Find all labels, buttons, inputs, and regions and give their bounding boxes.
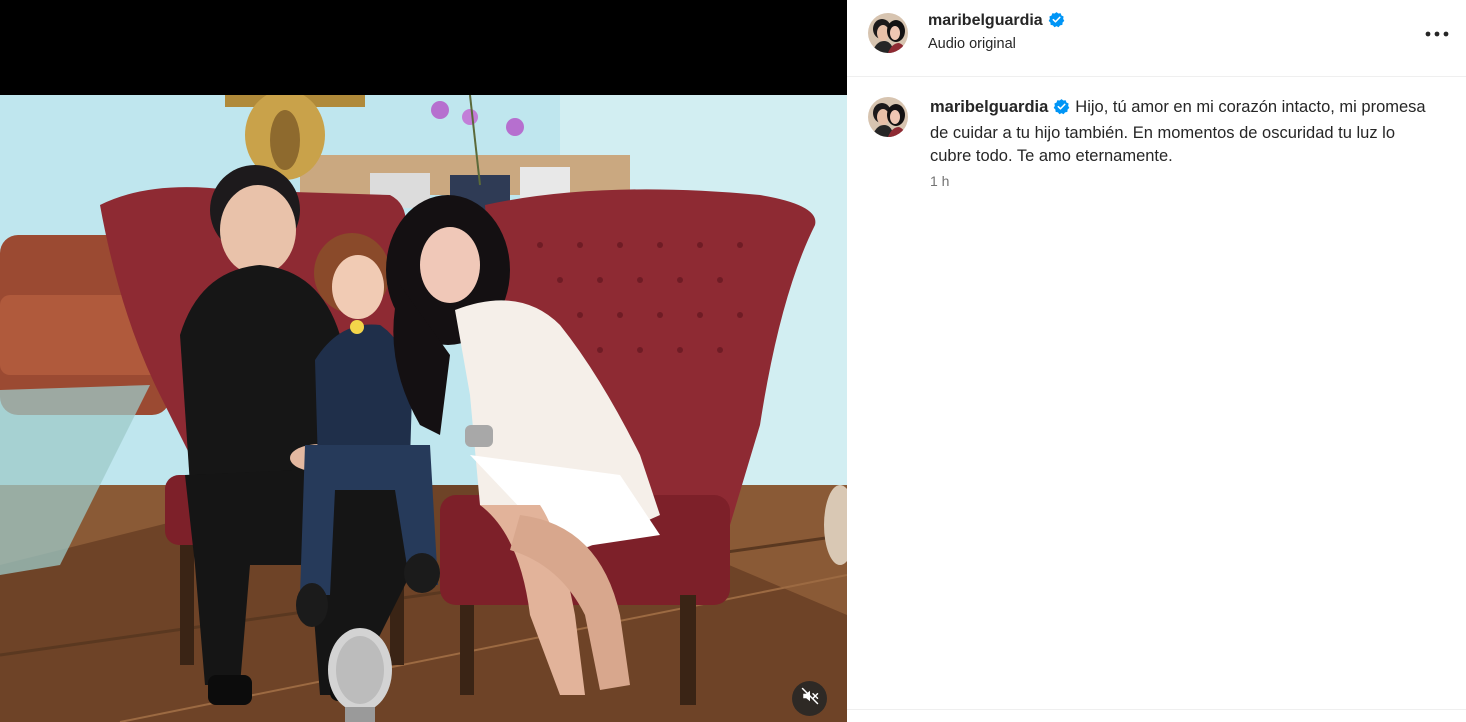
post-timestamp[interactable]: 1 h xyxy=(930,173,949,189)
mute-toggle-button[interactable] xyxy=(792,681,827,716)
audio-label[interactable]: Audio original xyxy=(928,36,1016,52)
more-options-button[interactable] xyxy=(1423,22,1451,44)
verified-badge-icon xyxy=(1048,11,1065,33)
header-username[interactable]: maribelguardia xyxy=(928,12,1043,29)
more-options-icon xyxy=(1425,24,1449,42)
verified-badge-icon xyxy=(1053,98,1070,122)
caption-avatar[interactable] xyxy=(868,97,908,137)
header-username-row: maribelguardia xyxy=(928,11,1065,33)
post-details-panel: maribelguardia Audio original maribelgua… xyxy=(847,0,1466,722)
divider xyxy=(847,709,1466,710)
caption-username[interactable]: maribelguardia xyxy=(930,98,1048,116)
avatar-image xyxy=(868,13,908,53)
post-caption: maribelguardia Hijo, tú amor en mi coraz… xyxy=(930,96,1440,168)
avatar-image xyxy=(868,97,908,137)
audio-muted-icon xyxy=(801,687,819,710)
post-video[interactable] xyxy=(0,0,847,722)
video-still-image xyxy=(0,95,847,722)
avatar[interactable] xyxy=(868,13,908,53)
video-frame xyxy=(0,95,847,722)
post-header: maribelguardia Audio original xyxy=(847,0,1466,77)
